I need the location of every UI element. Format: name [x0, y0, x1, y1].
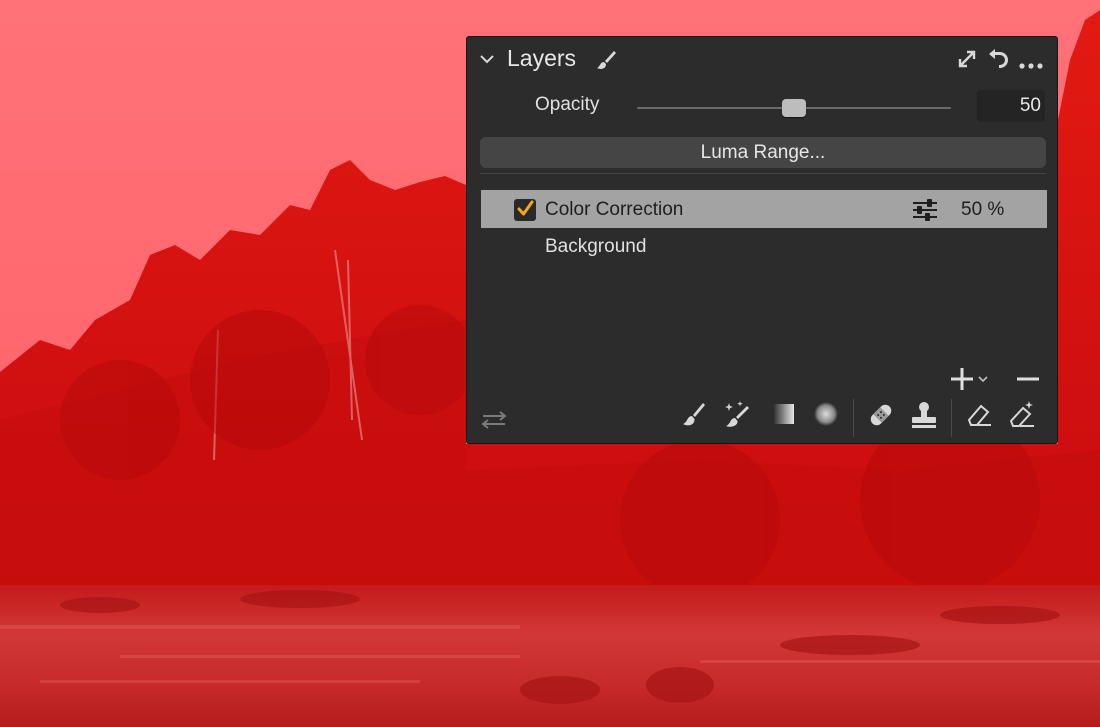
toolbar-divider: [853, 399, 854, 437]
layers-panel: Layers Opacity 50 Luma Range... Color Co…: [466, 36, 1058, 444]
layer-row-background[interactable]: Background: [545, 236, 646, 258]
layer-name: Color Correction: [545, 199, 684, 220]
magic-erase-icon[interactable]: [1007, 401, 1037, 434]
magic-brush-icon[interactable]: [721, 401, 751, 434]
divider: [480, 173, 1046, 174]
expand-icon[interactable]: [957, 49, 977, 74]
sliders-icon[interactable]: [912, 199, 938, 226]
river-rocks: [0, 590, 1100, 704]
opacity-label: Opacity: [535, 94, 600, 115]
radial-gradient-icon[interactable]: [813, 401, 839, 432]
layer-opacity: 50 %: [961, 199, 1005, 220]
linear-gradient-icon[interactable]: [771, 401, 797, 432]
minus-icon[interactable]: [1016, 371, 1040, 392]
chevron-down-icon[interactable]: [479, 51, 495, 72]
brush-icon[interactable]: [595, 49, 617, 76]
erase-mask-icon[interactable]: [965, 401, 993, 434]
more-icon[interactable]: [1019, 56, 1043, 74]
reset-icon[interactable]: [987, 49, 1009, 76]
heal-icon[interactable]: [867, 401, 895, 434]
draw-mask-icon[interactable]: [679, 401, 707, 434]
toolbar-divider: [951, 399, 952, 437]
panel-title: Layers: [507, 45, 577, 71]
layer-row-color-correction[interactable]: Color Correction 50 %: [481, 190, 1047, 228]
clone-stamp-icon[interactable]: [909, 401, 939, 434]
luma-range-button[interactable]: Luma Range...: [480, 137, 1046, 168]
panel-header: Layers: [467, 37, 1057, 83]
adjustments-icon[interactable]: [481, 409, 507, 436]
opacity-value-field[interactable]: 50: [977, 90, 1045, 122]
layer-enabled-checkbox[interactable]: [514, 199, 536, 221]
plus-icon[interactable]: [951, 367, 991, 396]
opacity-slider-thumb[interactable]: [782, 99, 806, 117]
